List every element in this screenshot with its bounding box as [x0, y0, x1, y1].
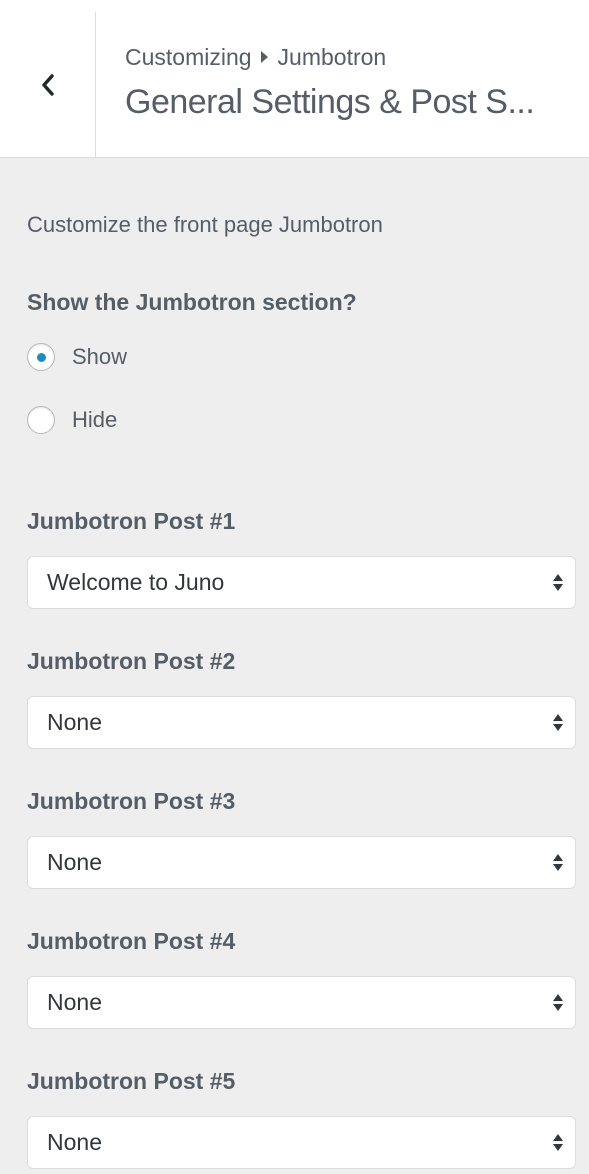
- select-arrows-icon: [551, 1134, 565, 1151]
- post-2-value: None: [47, 709, 102, 735]
- select-arrows-icon: [551, 994, 565, 1011]
- post-2-select[interactable]: None: [27, 696, 576, 749]
- breadcrumb: Customizing Jumbotron: [125, 40, 580, 74]
- post-1-label: Jumbotron Post #1: [27, 508, 236, 534]
- radio-checked-dot: [36, 352, 46, 362]
- post-4-value: None: [47, 989, 102, 1015]
- post-2-label: Jumbotron Post #2: [27, 648, 236, 674]
- post-4-select[interactable]: None: [27, 976, 576, 1029]
- post-5-select[interactable]: None: [27, 1116, 576, 1169]
- post-4-label: Jumbotron Post #4: [27, 928, 236, 954]
- header-titles: Customizing Jumbotron General Settings &…: [125, 40, 580, 126]
- customizer-header: Customizing Jumbotron General Settings &…: [0, 0, 589, 158]
- radio-show[interactable]: Show: [27, 341, 127, 373]
- visibility-label: Show the Jumbotron section?: [27, 289, 357, 315]
- section-description: Customize the front page Jumbotron: [27, 212, 383, 237]
- radio-show-label: Show: [72, 344, 128, 369]
- radio-hide[interactable]: Hide: [27, 404, 117, 436]
- post-3-label: Jumbotron Post #3: [27, 788, 236, 814]
- radio-show-input[interactable]: [27, 343, 55, 371]
- select-arrows-icon: [551, 574, 565, 591]
- post-5-label: Jumbotron Post #5: [27, 1068, 236, 1094]
- post-1-value: Welcome to Juno: [47, 569, 225, 595]
- section-title: General Settings & Post S...: [125, 83, 535, 121]
- radio-hide-input[interactable]: [27, 406, 55, 434]
- post-5-value: None: [47, 1129, 102, 1155]
- post-3-value: None: [47, 849, 102, 875]
- radio-hide-label: Hide: [72, 407, 118, 432]
- post-3-select[interactable]: None: [27, 836, 576, 889]
- back-button[interactable]: [0, 12, 96, 158]
- post-1-select[interactable]: Welcome to Juno: [27, 556, 576, 609]
- select-arrows-icon: [551, 714, 565, 731]
- select-arrows-icon: [551, 854, 565, 871]
- breadcrumb-root: Customizing: [125, 44, 252, 70]
- breadcrumb-separator-icon: [260, 51, 268, 63]
- breadcrumb-current: Jumbotron: [277, 44, 387, 70]
- chevron-left-icon: [41, 74, 54, 96]
